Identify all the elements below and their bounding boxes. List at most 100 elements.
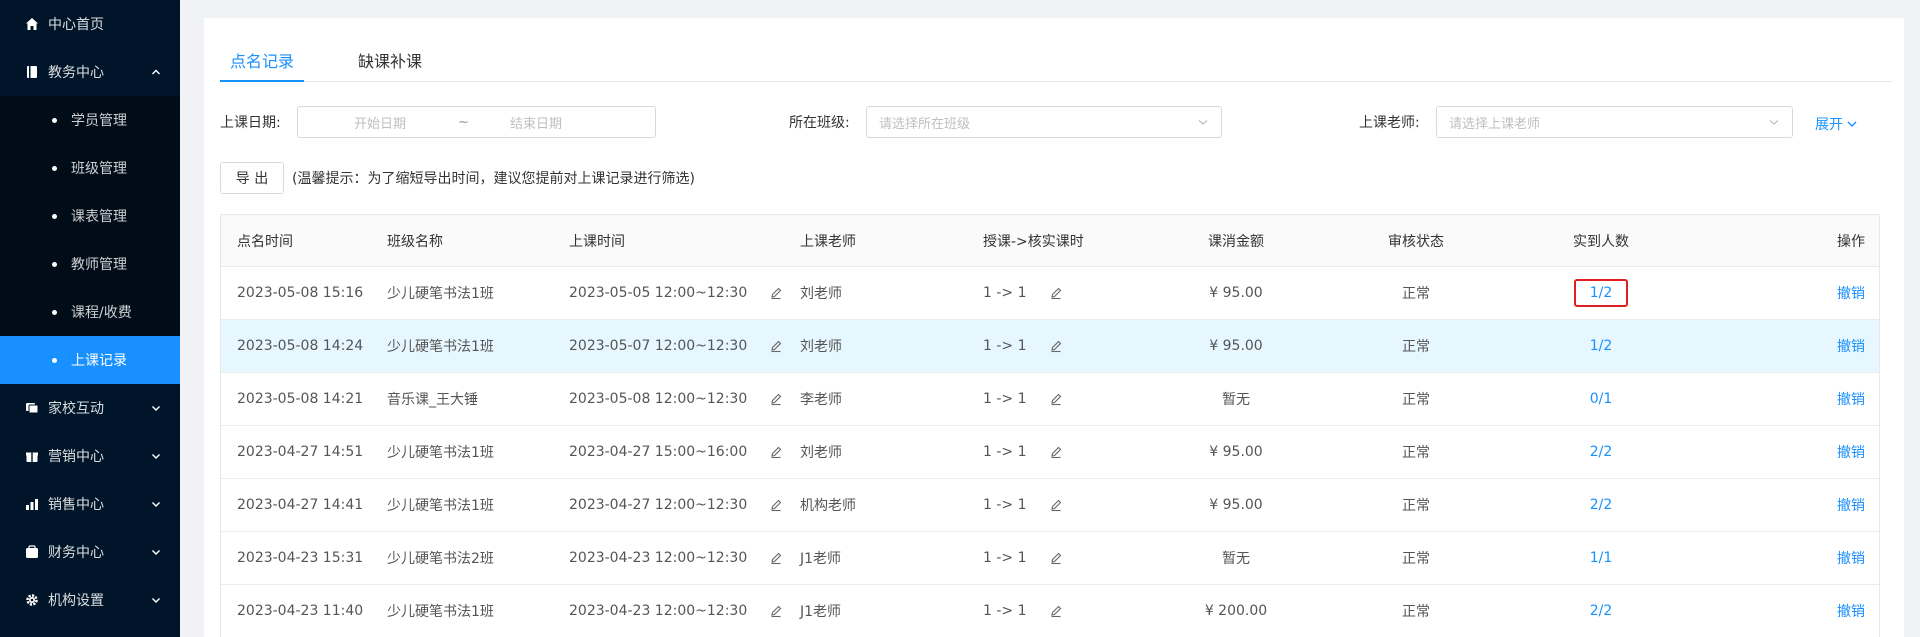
nav-item-marketing[interactable]: 营销中心 (0, 432, 180, 480)
nav-item-sales[interactable]: 销售中心 (0, 480, 180, 528)
edit-time-icon[interactable] (769, 286, 783, 300)
cell-amount: ¥ 95.00 (1209, 444, 1263, 460)
revoke-link[interactable]: 撤销 (1837, 495, 1865, 515)
col-teacher: 上课老师 (800, 233, 856, 250)
sidebar: 中心首页 教务中心 学员管理 班级管理 课表管理 教师管理 课程/收费 上课记录… (0, 0, 180, 637)
attendance-link[interactable]: 2/2 (1590, 444, 1613, 460)
edit-hours-icon[interactable] (1049, 286, 1063, 300)
cell-class-time: 2023-04-27 15:00~16:00 (569, 444, 748, 460)
nav-item-label: 家校互动 (48, 401, 104, 417)
cell-hours: 1 -> 1 (983, 497, 1027, 513)
revoke-link[interactable]: 撤销 (1837, 336, 1865, 356)
cell-amount: 暂无 (1222, 551, 1250, 567)
chevron-down-icon (150, 402, 162, 414)
cell-hours: 1 -> 1 (983, 338, 1027, 354)
cell-review-status: 正常 (1402, 286, 1430, 302)
date-range-separator: ~ (458, 114, 469, 130)
cell-roll-time: 2023-04-23 11:40 (237, 603, 364, 619)
sidebar-item-classes[interactable]: 班级管理 (0, 144, 180, 192)
edit-hours-icon[interactable] (1049, 551, 1063, 565)
tab-roll-call-records[interactable]: 点名记录 (230, 48, 294, 72)
attendance-link[interactable]: 2/2 (1590, 603, 1613, 619)
sub-item-label: 课表管理 (71, 209, 127, 225)
class-select-placeholder: 请选择所在班级 (879, 116, 971, 132)
cell-roll-time: 2023-04-27 14:41 (237, 497, 364, 513)
teacher-filter-label: 上课老师: (1359, 115, 1420, 131)
revoke-link[interactable]: 撤销 (1837, 389, 1865, 409)
cell-class-time: 2023-04-23 12:00~12:30 (569, 603, 748, 619)
bullet-icon (52, 213, 57, 219)
revoke-link[interactable]: 撤销 (1837, 548, 1865, 568)
bullet-icon (52, 165, 57, 171)
attendance-link[interactable]: 1/1 (1590, 550, 1613, 566)
cell-roll-time: 2023-04-27 14:51 (237, 444, 364, 460)
class-filter-label: 所在班级: (789, 115, 850, 131)
cell-amount: 暂无 (1222, 392, 1250, 408)
class-select[interactable]: 请选择所在班级 (866, 106, 1222, 138)
cell-hours: 1 -> 1 (983, 603, 1027, 619)
cell-hours: 1 -> 1 (983, 444, 1027, 460)
edit-hours-icon[interactable] (1049, 392, 1063, 406)
edit-hours-icon[interactable] (1049, 498, 1063, 512)
nav-item-label: 销售中心 (48, 497, 104, 513)
edit-time-icon[interactable] (769, 339, 783, 353)
gift-icon (24, 448, 40, 464)
col-review-status: 审核状态 (1388, 233, 1444, 250)
cell-class-name: 少儿硬笔书法1班 (387, 498, 494, 514)
teacher-select[interactable]: 请选择上课老师 (1436, 106, 1793, 138)
book-icon (24, 64, 40, 80)
nav-item-home-school[interactable]: 家校互动 (0, 384, 180, 432)
nav-item-academic[interactable]: 教务中心 (0, 48, 180, 96)
table-row: 2023-05-08 14:24 少儿硬笔书法1班 2023-05-07 12:00… (221, 320, 1879, 373)
records-table: 点名时间 班级名称 上课时间 上课老师 授课->核实课时 课消金额 审核状态 实… (220, 214, 1880, 637)
attendance-link[interactable]: 1/2 (1573, 279, 1629, 307)
chevron-down-icon (150, 450, 162, 462)
edit-time-icon[interactable] (769, 445, 783, 459)
cell-class-name: 少儿硬笔书法1班 (387, 339, 494, 355)
cell-class-time: 2023-04-23 12:00~12:30 (569, 550, 748, 566)
edit-time-icon[interactable] (769, 551, 783, 565)
sidebar-item-students[interactable]: 学员管理 (0, 96, 180, 144)
export-button[interactable]: 导 出 (220, 162, 284, 194)
cell-class-time: 2023-05-07 12:00~12:30 (569, 338, 748, 354)
edit-time-icon[interactable] (769, 392, 783, 406)
revoke-link[interactable]: 撤销 (1837, 283, 1865, 303)
sub-item-label: 学员管理 (71, 113, 127, 129)
attendance-link[interactable]: 2/2 (1590, 497, 1613, 513)
attendance-link[interactable]: 0/1 (1590, 391, 1613, 407)
attendance-link[interactable]: 1/2 (1590, 338, 1613, 354)
cell-amount: ¥ 95.00 (1209, 285, 1263, 301)
date-range-picker[interactable]: 开始日期 ~ 结束日期 (297, 106, 656, 138)
end-date-input[interactable]: 结束日期 (510, 113, 562, 132)
academic-submenu: 学员管理 班级管理 课表管理 教师管理 课程/收费 上课记录 (0, 96, 180, 384)
sidebar-item-courses[interactable]: 课程/收费 (0, 288, 180, 336)
nav-item-settings[interactable]: 机构设置 (0, 576, 180, 624)
chevron-down-icon (1847, 121, 1857, 127)
sidebar-item-class-records[interactable]: 上课记录 (0, 336, 180, 384)
nav-item-finance[interactable]: 财务中心 (0, 528, 180, 576)
revoke-link[interactable]: 撤销 (1837, 442, 1865, 462)
edit-time-icon[interactable] (769, 498, 783, 512)
col-hours: 授课->核实课时 (983, 233, 1084, 250)
start-date-input[interactable]: 开始日期 (354, 113, 406, 132)
date-filter-label: 上课日期: (220, 115, 281, 131)
edit-hours-icon[interactable] (1049, 604, 1063, 618)
expand-filters-link[interactable]: 展开 (1815, 114, 1858, 134)
table-header: 点名时间 班级名称 上课时间 上课老师 授课->核实课时 课消金额 审核状态 实… (221, 215, 1879, 267)
col-amount: 课消金额 (1208, 233, 1264, 250)
edit-hours-icon[interactable] (1049, 339, 1063, 353)
col-actions: 操作 (1837, 233, 1865, 250)
sidebar-item-schedule[interactable]: 课表管理 (0, 192, 180, 240)
edit-time-icon[interactable] (769, 604, 783, 618)
chevron-down-icon (150, 546, 162, 558)
cell-teacher: 刘老师 (800, 286, 842, 302)
nav-item-home[interactable]: 中心首页 (0, 0, 180, 48)
tab-makeup-classes[interactable]: 缺课补课 (358, 48, 422, 72)
revoke-link[interactable]: 撤销 (1837, 601, 1865, 621)
cell-review-status: 正常 (1402, 604, 1430, 620)
main-content: 点名记录 缺课补课 上课日期: 开始日期 ~ 结束日期 所在班级: 请选择所在班… (204, 18, 1904, 637)
sidebar-item-teachers[interactable]: 教师管理 (0, 240, 180, 288)
bullet-icon (52, 261, 57, 267)
chevron-down-icon (150, 498, 162, 510)
edit-hours-icon[interactable] (1049, 445, 1063, 459)
